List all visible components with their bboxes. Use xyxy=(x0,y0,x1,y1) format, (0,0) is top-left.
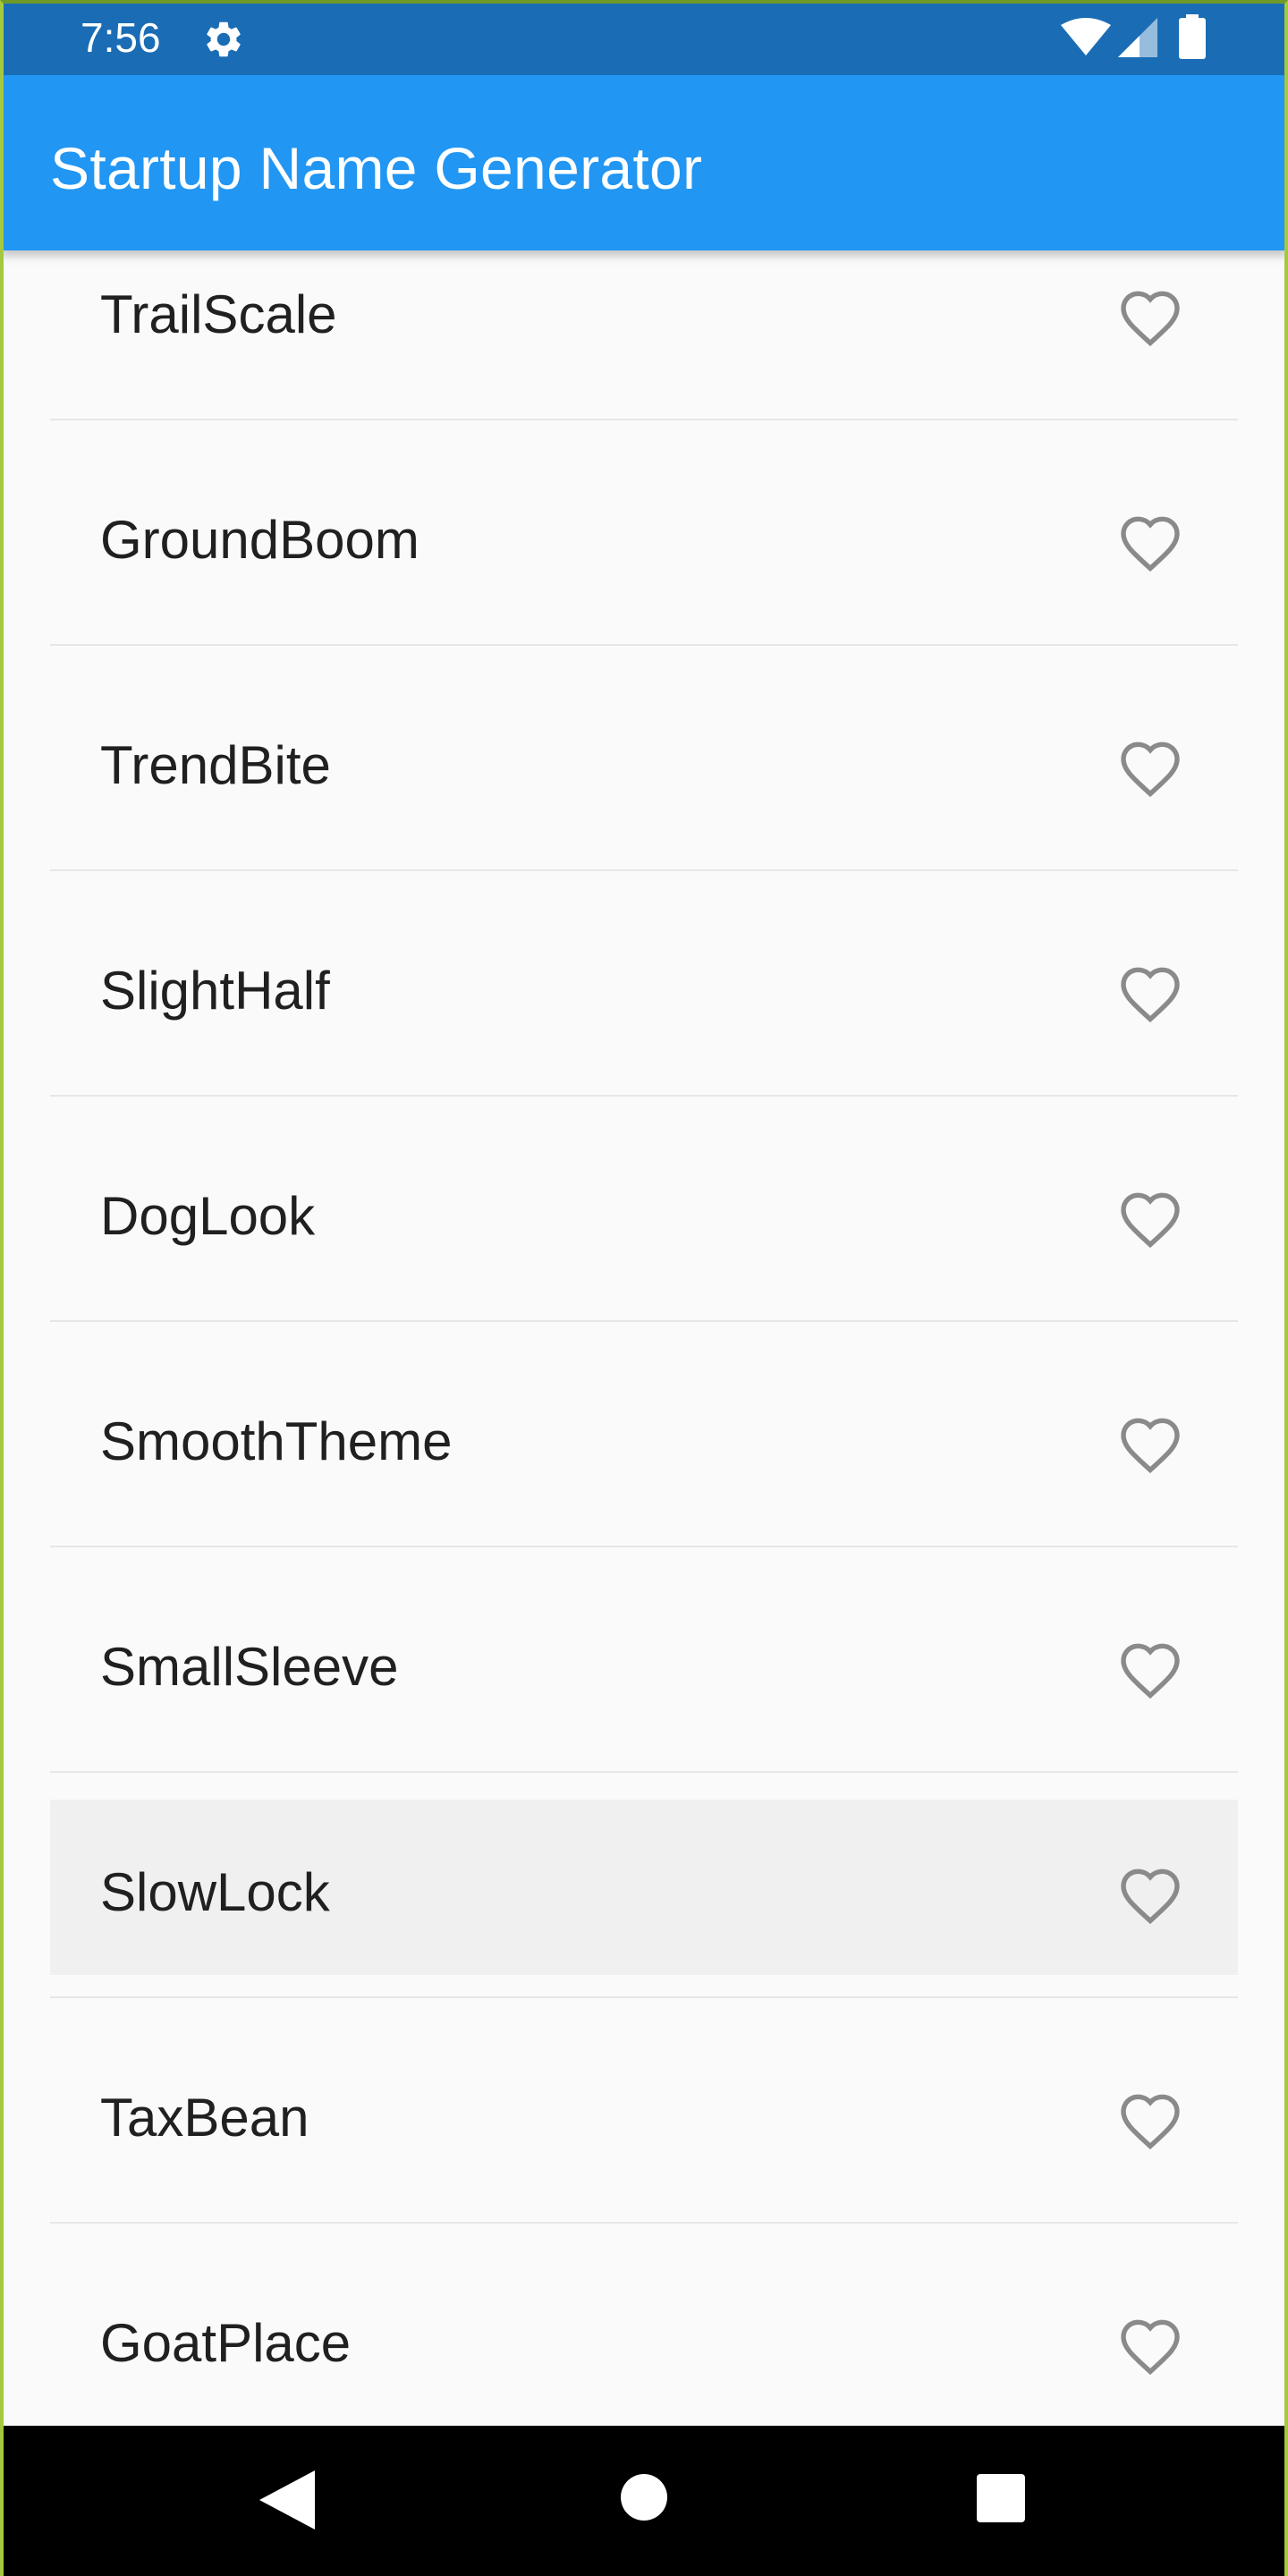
navigation-bar xyxy=(0,2426,1288,2576)
heart-outline-icon[interactable] xyxy=(1116,1640,1184,1705)
list-item-name: TrailScale xyxy=(100,284,337,344)
heart-outline-icon[interactable] xyxy=(1116,1415,1184,1479)
recents-icon[interactable] xyxy=(977,2474,1025,2522)
gear-icon xyxy=(207,21,241,57)
heart-outline-icon[interactable] xyxy=(1116,1190,1184,1254)
list-item[interactable]: GoatPlace xyxy=(50,2224,1238,2449)
heart-outline-icon[interactable] xyxy=(1116,739,1184,803)
list-item[interactable]: GroundBoom xyxy=(50,420,1238,646)
home-icon[interactable] xyxy=(621,2474,667,2521)
list-item-name: SmoothTheme xyxy=(100,1411,453,1471)
list-item[interactable]: SlightHalf xyxy=(50,871,1238,1097)
back-icon[interactable] xyxy=(259,2470,315,2529)
list-item-name: SlightHalf xyxy=(100,961,330,1021)
list-item-name: GoatPlace xyxy=(100,2313,352,2373)
heart-outline-icon[interactable] xyxy=(1116,1866,1184,1930)
cell-signal-icon xyxy=(1118,18,1157,57)
heart-outline-icon[interactable] xyxy=(1116,513,1184,578)
list-item[interactable]: SmallSleeve xyxy=(50,1547,1238,1773)
status-bar: 7:56 xyxy=(0,0,1288,75)
list-item-name: SlowLock xyxy=(100,1862,330,1922)
list-item-name: DogLook xyxy=(100,1186,316,1246)
wifi-icon xyxy=(1061,18,1111,55)
list-item[interactable]: TrendBite xyxy=(50,646,1238,871)
status-time: 7:56 xyxy=(80,14,161,61)
list-item[interactable]: TaxBean xyxy=(50,1998,1238,2224)
app-bar: Startup Name Generator xyxy=(0,75,1288,250)
list-item-name: TaxBean xyxy=(100,2088,309,2148)
list-item-name: TrendBite xyxy=(100,735,331,795)
startup-name-list[interactable]: TrailScale GroundBoom TrendBite SlightHa… xyxy=(50,0,1238,2576)
heart-outline-icon[interactable] xyxy=(1116,964,1184,1029)
list-item[interactable]: SmoothTheme xyxy=(50,1322,1238,1547)
list-item-pressed[interactable]: SlowLock xyxy=(50,1773,1238,1998)
app-title: Startup Name Generator xyxy=(50,135,703,201)
heart-outline-icon[interactable] xyxy=(1116,2317,1184,2381)
list-item-name: GroundBoom xyxy=(100,510,419,570)
list-item-name: SmallSleeve xyxy=(100,1637,399,1697)
battery-icon xyxy=(1179,14,1206,59)
heart-outline-icon[interactable] xyxy=(1116,2091,1184,2156)
heart-outline-icon[interactable] xyxy=(1116,288,1184,352)
list-item[interactable]: DogLook xyxy=(50,1097,1238,1322)
